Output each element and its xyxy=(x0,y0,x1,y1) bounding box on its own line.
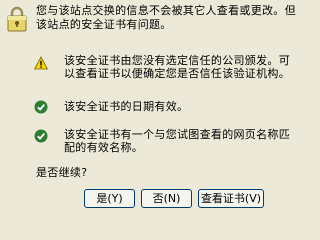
check-icon xyxy=(34,100,48,114)
continue-prompt: 是否继续? xyxy=(36,166,88,179)
yes-button[interactable]: 是(Y) xyxy=(84,189,135,208)
dialog-message: 您与该站点交换的信息不会被其它人查看或更改。但该站点的安全证书有问题。 xyxy=(36,4,296,31)
warning-icon xyxy=(34,56,48,70)
check-icon xyxy=(34,129,48,143)
cert-date-text: 该安全证书的日期有效。 xyxy=(64,100,189,113)
lock-icon xyxy=(7,6,27,32)
cert-issuer-text: 该安全证书由您没有选定信任的公司颁发。可以查看证书以便确定您是否信任该验证机构。 xyxy=(64,54,290,80)
cert-name-text: 该安全证书有一个与您试图查看的网页名称匹配的有效名称。 xyxy=(64,128,290,154)
no-button[interactable]: 否(N) xyxy=(141,189,192,208)
security-alert-dialog: 您与该站点交换的信息不会被其它人查看或更改。但该站点的安全证书有问题。 该安全证… xyxy=(0,0,300,217)
view-certificate-button[interactable]: 查看证书(V) xyxy=(198,189,264,208)
dialog-header: 您与该站点交换的信息不会被其它人查看或更改。但该站点的安全证书有问题。 xyxy=(0,0,300,40)
